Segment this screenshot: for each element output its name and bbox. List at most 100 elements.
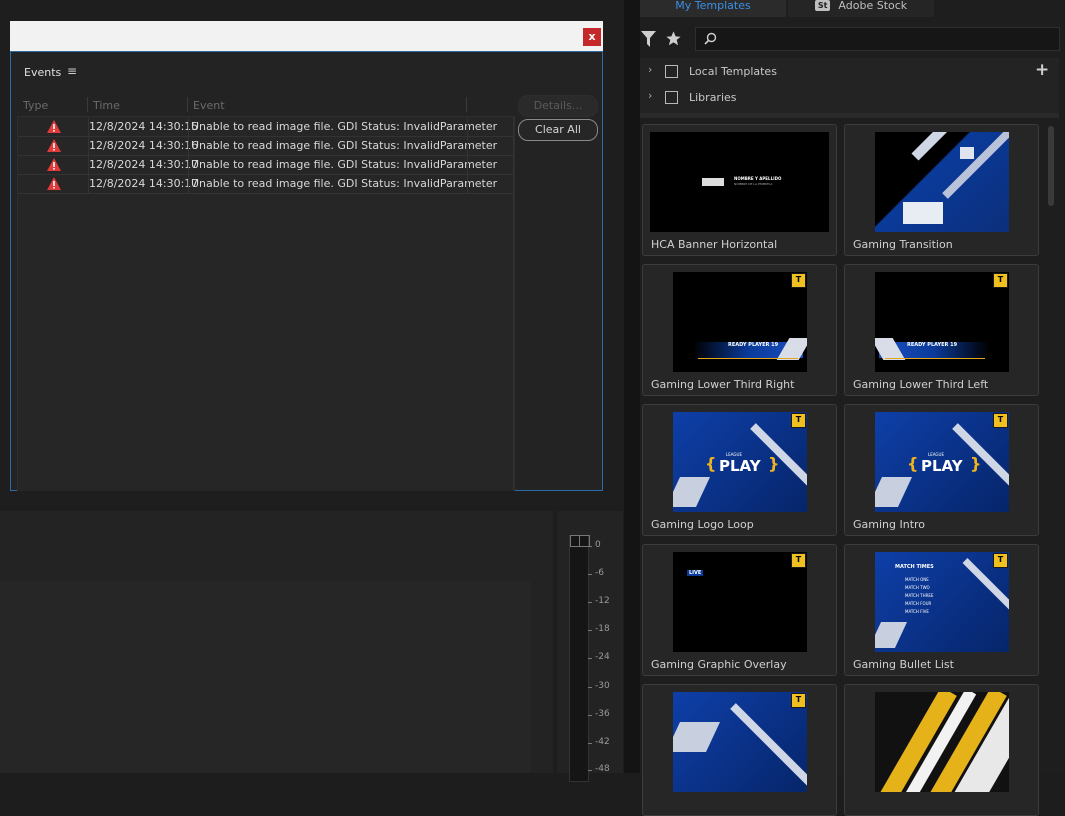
column-header-event[interactable]: Event	[193, 99, 225, 112]
cell-divider	[188, 136, 189, 155]
template-thumbnail: MATCH TIMES MATCH ONE MATCH TWO MATCH TH…	[875, 552, 1009, 652]
column-divider[interactable]	[87, 97, 88, 112]
star-icon[interactable]	[665, 30, 682, 47]
template-thumbnail	[875, 132, 1009, 232]
meter-tick: -6	[588, 568, 604, 578]
thumb-text: READY PLAYER 19	[907, 342, 958, 348]
time-cell: 12/8/2024 14:30:16	[89, 139, 199, 152]
template-card[interactable]: Gaming Transition	[844, 124, 1039, 256]
column-header-type[interactable]: Type	[23, 99, 48, 112]
scrollbar-thumb[interactable]	[1048, 126, 1054, 206]
meter-tick: 0	[588, 540, 601, 550]
time-cell: 12/8/2024 14:30:15	[89, 120, 199, 133]
template-card[interactable]: READY PLAYER 19 T Gaming Lower Third Rig…	[642, 264, 837, 396]
bullet-item: MATCH FOUR	[905, 601, 932, 606]
table-row[interactable]: 12/8/2024 14:30:17 Unable to read image …	[18, 155, 514, 175]
event-cell: Unable to read image file. GDI Status: I…	[191, 177, 498, 190]
chevron-right-icon[interactable]: ›	[648, 89, 652, 102]
adobe-stock-icon: St	[814, 0, 831, 11]
library-label: Libraries	[689, 91, 737, 104]
event-cell: Unable to read image file. GDI Status: I…	[191, 120, 498, 133]
dialog-titlebar[interactable]: x	[10, 21, 603, 51]
templates-panel: My Templates St Adobe Stock › Local Templ…	[640, 0, 1065, 816]
tab-my-templates[interactable]: My Templates	[640, 0, 786, 17]
template-name: Gaming Graphic Overlay	[651, 658, 787, 671]
template-name: Gaming Intro	[853, 518, 926, 531]
filter-icon[interactable]	[641, 31, 656, 47]
template-card[interactable]: MATCH TIMES MATCH ONE MATCH TWO MATCH TH…	[844, 544, 1039, 676]
table-row[interactable]: 12/8/2024 14:30:16 Unable to read image …	[18, 136, 514, 156]
details-button[interactable]: Details...	[518, 95, 598, 117]
template-thumbnail: LEAGUE PLAY { }	[673, 412, 807, 512]
panel-divider[interactable]	[624, 0, 640, 773]
template-thumbnail	[875, 692, 1009, 792]
clear-all-button[interactable]: Clear All	[518, 119, 598, 141]
thumb-text: MATCH TIMES	[895, 564, 934, 570]
hamburger-icon[interactable]: ≡	[67, 64, 77, 78]
template-name: Gaming Lower Third Left	[853, 378, 989, 391]
column-header-time[interactable]: Time	[93, 99, 120, 112]
table-row[interactable]: 12/8/2024 14:30:15 Unable to read image …	[18, 117, 514, 137]
template-card[interactable]: T	[642, 684, 837, 816]
meter-tick: -24	[588, 652, 610, 662]
template-card[interactable]: LIVE T Gaming Graphic Overlay	[642, 544, 837, 676]
cell-divider	[188, 155, 189, 174]
type-cell	[18, 117, 89, 136]
library-item-local-templates[interactable]: › Local Templates +	[640, 60, 1059, 82]
thumb-text: LIVE	[687, 570, 704, 576]
column-divider[interactable]	[466, 97, 467, 112]
table-row[interactable]: 12/8/2024 14:30:17 Unable to read image …	[18, 174, 514, 194]
event-cell: Unable to read image file. GDI Status: I…	[191, 158, 498, 171]
events-dialog: x Events ≡ Type Time Event 12/8/2024 14:…	[10, 21, 603, 491]
library-list: › Local Templates + › Libraries	[640, 58, 1059, 113]
cell-divider	[467, 136, 468, 155]
bullet-item: MATCH TWO	[905, 585, 930, 590]
text-editable-icon: T	[993, 413, 1008, 428]
events-table: 12/8/2024 14:30:15 Unable to read image …	[17, 116, 515, 491]
audio-meter-bar	[569, 535, 589, 782]
bullet-item: MATCH ONE	[905, 577, 929, 582]
thumb-text: READY PLAYER 19	[728, 342, 779, 348]
template-card[interactable]	[844, 684, 1039, 816]
thumb-subtext: NOMBRE DE LA EMPRESA	[734, 182, 773, 186]
checkbox[interactable]	[665, 91, 678, 104]
close-button[interactable]: x	[583, 28, 601, 46]
meter-tick: -42	[588, 737, 610, 747]
search-input[interactable]	[695, 27, 1060, 51]
template-thumbnail: READY PLAYER 19	[673, 272, 807, 372]
thumb-text: NOMBRE Y APELLIDO	[734, 176, 782, 181]
template-card[interactable]: LEAGUE PLAY { } T Gaming Logo Loop	[642, 404, 837, 536]
template-name: Gaming Lower Third Right	[651, 378, 795, 391]
cell-divider	[188, 117, 189, 136]
audio-meter: 0 -6 -12 -18 -24 -30 -36 -42 -48	[557, 511, 623, 782]
template-card[interactable]: NOMBRE Y APELLIDO NOMBRE DE LA EMPRESA H…	[642, 124, 837, 256]
text-editable-icon: T	[993, 553, 1008, 568]
audio-meter-solo-buttons[interactable]	[570, 535, 590, 547]
type-cell	[18, 136, 89, 155]
warning-icon	[47, 120, 61, 133]
template-card[interactable]: READY PLAYER 19 T Gaming Lower Third Lef…	[844, 264, 1039, 396]
template-thumbnail: READY PLAYER 19	[875, 272, 1009, 372]
tab-adobe-stock[interactable]: St Adobe Stock	[788, 0, 934, 17]
column-divider[interactable]	[187, 97, 188, 112]
cell-divider	[467, 174, 468, 193]
text-editable-icon: T	[791, 413, 806, 428]
chevron-right-icon[interactable]: ›	[648, 63, 652, 76]
meter-tick: -12	[588, 596, 610, 606]
template-thumbnail: LEAGUE PLAY { }	[875, 412, 1009, 512]
bullet-item: MATCH FIVE	[905, 609, 929, 614]
search-icon	[704, 32, 717, 45]
template-name: Gaming Bullet List	[853, 658, 954, 671]
timeline-track-area	[0, 581, 530, 773]
checkbox[interactable]	[665, 65, 678, 78]
library-item-libraries[interactable]: › Libraries	[640, 86, 1059, 108]
time-cell: 12/8/2024 14:30:17	[89, 177, 199, 190]
template-thumbnail: LIVE	[673, 552, 807, 652]
thumb-text: PLAY	[921, 457, 963, 475]
template-thumbnail: NOMBRE Y APELLIDO NOMBRE DE LA EMPRESA	[650, 132, 829, 232]
tab-label: Adobe Stock	[838, 0, 908, 12]
template-card[interactable]: LEAGUE PLAY { } T Gaming Intro	[844, 404, 1039, 536]
panel-title: Events	[24, 66, 62, 79]
cell-divider	[467, 117, 468, 136]
add-icon[interactable]: +	[1035, 60, 1049, 80]
